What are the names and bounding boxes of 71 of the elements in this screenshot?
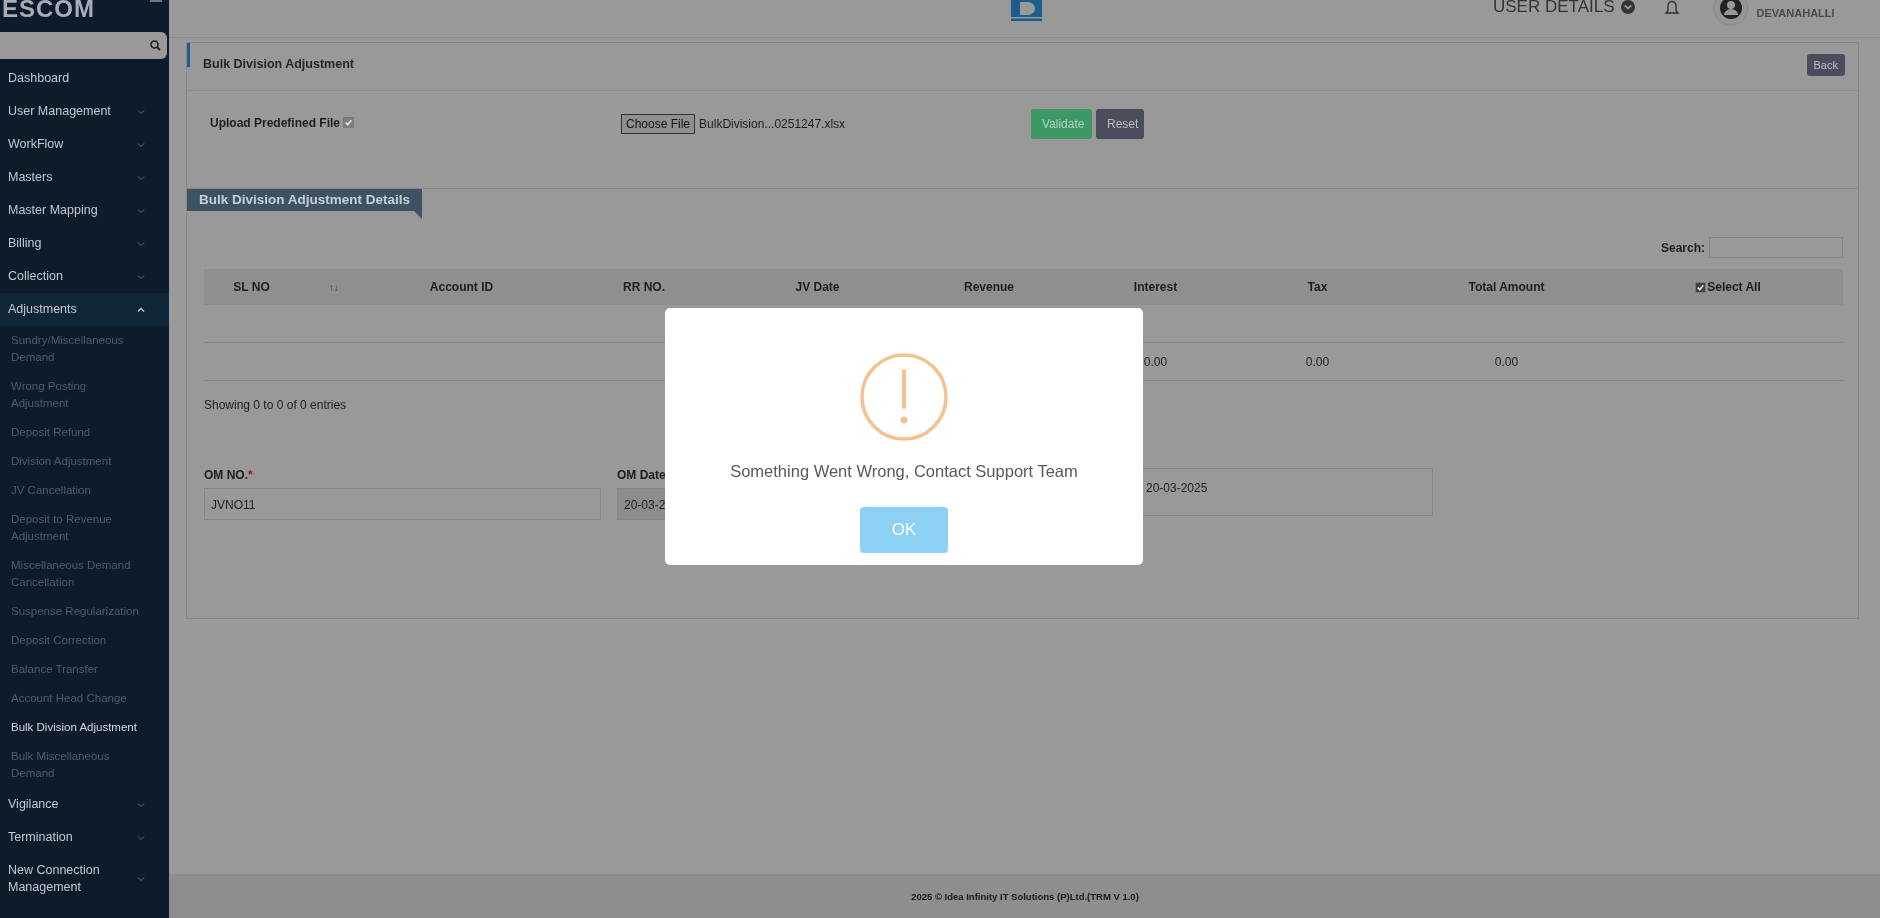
- total-cell: 0.00: [1143, 354, 1168, 369]
- location-label: DEVANAHALLI: [1756, 7, 1835, 19]
- sort-icon[interactable]: ↑↓: [328, 281, 339, 293]
- chevron-down-icon: [137, 834, 145, 841]
- search-icon[interactable]: [150, 40, 161, 51]
- sidebar-subitem[interactable]: Bulk Division Adjustment: [0, 713, 149, 742]
- sidebar-subitem[interactable]: JV Cancellation: [0, 476, 149, 505]
- sidebar-search-field[interactable]: [0, 32, 167, 59]
- input-field[interactable]: JVNO11: [204, 488, 601, 520]
- total-cell: 0.00: [1305, 354, 1330, 369]
- chevron-down-icon: [137, 801, 145, 808]
- sidebar-item[interactable]: Dashboard: [0, 62, 169, 95]
- column-header: Interest: [1133, 280, 1178, 294]
- sidebar-item[interactable]: User Management: [0, 95, 169, 128]
- column-header: Revenue: [964, 280, 1014, 294]
- column-header: RR NO.: [623, 280, 665, 294]
- menu-icon[interactable]: [149, 0, 163, 4]
- sidebar-item[interactable]: Collection: [0, 260, 169, 293]
- brand-logo-text: ESCOM: [2, 0, 95, 22]
- sidebar-subitem[interactable]: Deposit Correction: [0, 626, 149, 655]
- section-ribbon: Bulk Division Adjustment Details: [187, 189, 423, 211]
- footer-text: 2025 © Idea Infinity IT Solutions (P)Ltd.(TRM V 1.0): [911, 890, 1139, 902]
- select-all-checkbox[interactable]: Select All: [1695, 280, 1761, 294]
- reset-button[interactable]: Reset: [1096, 109, 1144, 139]
- upload-label: Upload Predefined File: [210, 116, 341, 130]
- checkbox[interactable]: [1695, 282, 1707, 293]
- column-header: JV Date: [795, 280, 840, 294]
- chevron-down-icon: [137, 876, 145, 882]
- sidebar-subitem[interactable]: Balance Transfer: [0, 655, 149, 684]
- field-label: OM NO.*: [204, 468, 253, 483]
- chevron-down-icon: [137, 207, 145, 214]
- search-label: Search:: [1660, 240, 1705, 255]
- back-button[interactable]: Back: [1806, 54, 1845, 76]
- sidebar-subitem[interactable]: Deposit Refund: [0, 418, 149, 447]
- sidebar-subitem[interactable]: Deposit to Revenue Adjustment: [0, 505, 149, 551]
- bell-icon[interactable]: [1662, 0, 1681, 16]
- sidebar-item[interactable]: Vigilance: [0, 788, 169, 821]
- file-name: BulkDivision...0251247.xlsx: [699, 116, 846, 131]
- sidebar-item[interactable]: Adjustments: [0, 293, 169, 326]
- chevron-up-icon: [137, 306, 145, 313]
- column-header[interactable]: SL NO: [233, 280, 270, 294]
- alert-message: Something Went Wrong, Contact Support Team: [730, 462, 1078, 481]
- sidebar-item[interactable]: Billing: [0, 227, 169, 260]
- sidebar-subitem[interactable]: Sundry/Miscellaneous Demand: [0, 326, 149, 372]
- table-info: Showing 0 to 0 of 0 entries: [204, 398, 348, 412]
- chevron-down-icon: [137, 273, 145, 280]
- sidebar-subitem[interactable]: Suspense Regularization: [0, 597, 149, 626]
- sidebar-subitem[interactable]: Account Head Change: [0, 684, 149, 713]
- sidebar-item[interactable]: New Connection Management: [0, 854, 169, 904]
- page-title: Bulk Division Adjustment: [203, 57, 354, 71]
- avatar-icon[interactable]: [1712, 0, 1749, 26]
- chevron-down-icon: [137, 108, 145, 115]
- total-cell: 0.00: [1494, 354, 1519, 369]
- ribbon-fold: [414, 211, 423, 219]
- sidebar-item[interactable]: Termination: [0, 821, 169, 854]
- sidebar-item[interactable]: Masters: [0, 161, 169, 194]
- column-header: Total Amount: [1468, 280, 1545, 294]
- warning-icon: [859, 352, 949, 442]
- sidebar-subitem[interactable]: Miscellaneous Demand Cancellation: [0, 551, 149, 597]
- chevron-down-icon: [137, 240, 145, 247]
- sidebar-item[interactable]: Master Mapping: [0, 194, 169, 227]
- chevron-down-icon: [137, 174, 145, 181]
- chevron-down-icon: [137, 141, 145, 148]
- field-label: OM Date: [617, 468, 666, 483]
- column-header: Account ID: [429, 280, 494, 294]
- sidebar-subitem[interactable]: Division Adjustment: [0, 447, 149, 476]
- sidebar-subitem[interactable]: Wrong Posting Adjustment: [0, 372, 149, 418]
- sidebar-subitem[interactable]: Bulk Miscellaneous Demand: [0, 742, 149, 788]
- user-details-menu[interactable]: USER DETAILS: [1493, 0, 1635, 14]
- sidebar-item[interactable]: WorkFlow: [0, 128, 169, 161]
- column-header: Tax: [1307, 280, 1328, 294]
